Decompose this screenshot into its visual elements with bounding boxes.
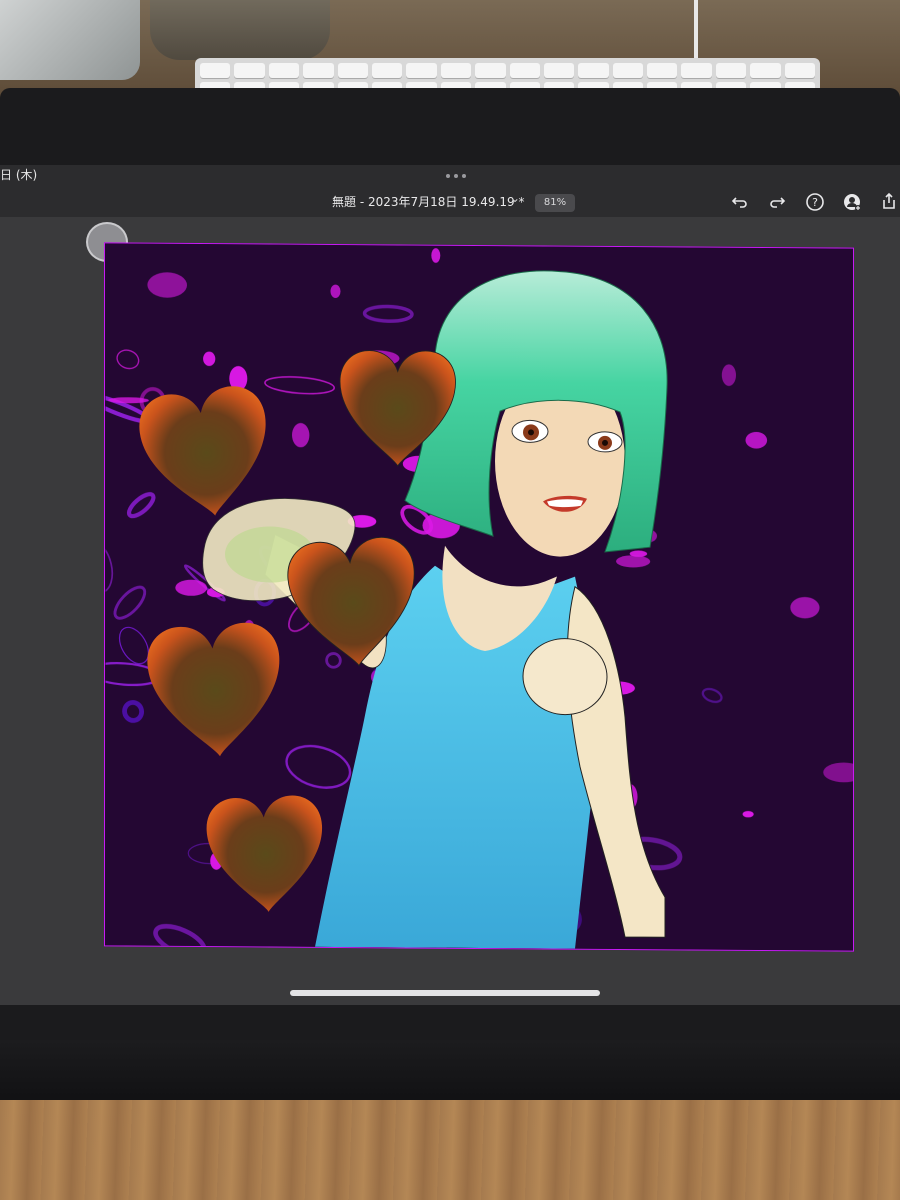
chevron-down-icon[interactable]: ⌄ [510, 191, 520, 205]
background-blob [292, 423, 310, 448]
background-blob [745, 431, 768, 449]
keyboard-key [406, 63, 437, 78]
user-add-icon[interactable] [841, 192, 863, 214]
keyboard-key [543, 63, 575, 78]
document-title[interactable]: 無題 - 2023年7月18日 19.49.19 * [332, 193, 524, 210]
svg-text:?: ? [812, 196, 818, 209]
keyboard-key [268, 63, 300, 78]
status-date: 日 (木) [0, 168, 38, 182]
keyboard-key [647, 63, 678, 78]
keyboard-key [578, 63, 609, 78]
keyboard-key [337, 63, 368, 78]
dark-object [150, 0, 330, 60]
undo-icon[interactable] [729, 192, 751, 214]
keyboard-key [681, 63, 712, 78]
keyboard-key [475, 63, 506, 78]
background-blob [330, 284, 341, 298]
artwork-canvas[interactable] [104, 242, 854, 952]
keyboard-key [784, 63, 815, 78]
keyboard-key [371, 63, 403, 78]
keyboard-key [234, 63, 265, 78]
keyboard-key [440, 63, 472, 78]
keyboard-key [200, 63, 231, 78]
keyboard-key [750, 63, 781, 78]
background-blob [203, 351, 216, 367]
home-indicator[interactable] [290, 990, 600, 996]
keyboard-key [509, 63, 540, 78]
keyboard-key [612, 63, 644, 78]
background-blob [721, 364, 737, 386]
box-object [0, 0, 140, 80]
multitask-grabber[interactable] [444, 172, 468, 180]
help-icon[interactable]: ? [804, 192, 826, 214]
background-blob [431, 248, 441, 263]
keyboard-key [303, 63, 334, 78]
artwork-illustration [105, 243, 853, 951]
wooden-table [0, 1100, 900, 1200]
share-icon[interactable] [878, 192, 900, 214]
zoom-level[interactable]: 81% [535, 194, 575, 212]
redo-icon[interactable] [766, 192, 788, 214]
keyboard-key [715, 63, 747, 78]
background-blob [790, 596, 820, 619]
